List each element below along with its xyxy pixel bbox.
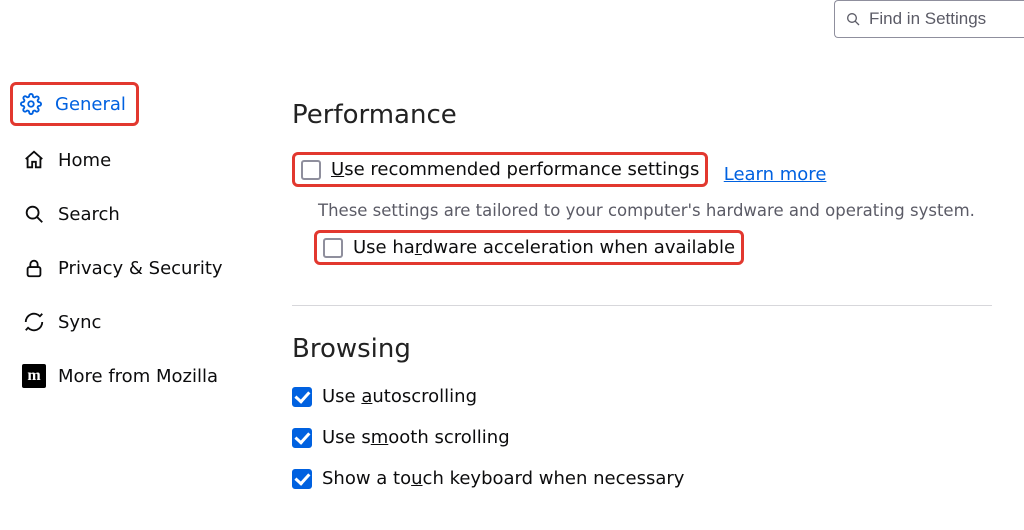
sidebar-item-more-mozilla[interactable]: m More from Mozilla: [14, 356, 244, 396]
checkbox-label-autoscroll[interactable]: Use autoscrolling: [322, 386, 477, 407]
sidebar-item-general[interactable]: General: [10, 82, 139, 126]
sidebar-item-home[interactable]: Home: [14, 140, 244, 180]
sidebar-item-label: Privacy & Security: [58, 258, 223, 279]
checkbox-label-touch-keyboard[interactable]: Show a touch keyboard when necessary: [322, 468, 684, 489]
sidebar-item-label: More from Mozilla: [58, 366, 218, 387]
checkbox-autoscroll[interactable]: [292, 387, 312, 407]
gear-icon: [19, 92, 43, 116]
settings-sidebar: General Home Search Privacy & Security S…: [14, 82, 244, 410]
sidebar-item-privacy[interactable]: Privacy & Security: [14, 248, 244, 288]
checkbox-recommended-perf[interactable]: [301, 160, 321, 180]
sidebar-item-sync[interactable]: Sync: [14, 302, 244, 342]
section-divider: [292, 305, 992, 306]
checkbox-label-smooth-scroll[interactable]: Use smooth scrolling: [322, 427, 510, 448]
checkbox-label-recommended-perf[interactable]: Use recommended performance settings: [331, 159, 699, 180]
search-icon: [22, 202, 46, 226]
search-icon: [845, 7, 869, 31]
sidebar-item-label: Sync: [58, 312, 101, 333]
recommended-perf-highlight: Use recommended performance settings: [292, 152, 708, 187]
checkbox-smooth-scroll[interactable]: [292, 428, 312, 448]
sidebar-item-label: Home: [58, 150, 111, 171]
checkbox-label-hw-accel[interactable]: Use hardware acceleration when available: [353, 237, 735, 258]
settings-search[interactable]: [834, 0, 1024, 38]
hw-accel-highlight: Use hardware acceleration when available: [314, 230, 744, 265]
home-icon: [22, 148, 46, 172]
performance-description: These settings are tailored to your comp…: [318, 201, 992, 220]
lock-icon: [22, 256, 46, 280]
checkbox-hw-accel[interactable]: [323, 238, 343, 258]
sidebar-item-label: General: [55, 94, 126, 115]
browsing-heading: Browsing: [292, 334, 992, 364]
search-input[interactable]: [869, 9, 1014, 29]
sidebar-item-label: Search: [58, 204, 120, 225]
learn-more-link[interactable]: Learn more: [724, 164, 827, 185]
sidebar-item-search[interactable]: Search: [14, 194, 244, 234]
checkbox-touch-keyboard[interactable]: [292, 469, 312, 489]
sync-icon: [22, 310, 46, 334]
mozilla-icon: m: [22, 364, 46, 388]
performance-heading: Performance: [292, 100, 992, 130]
